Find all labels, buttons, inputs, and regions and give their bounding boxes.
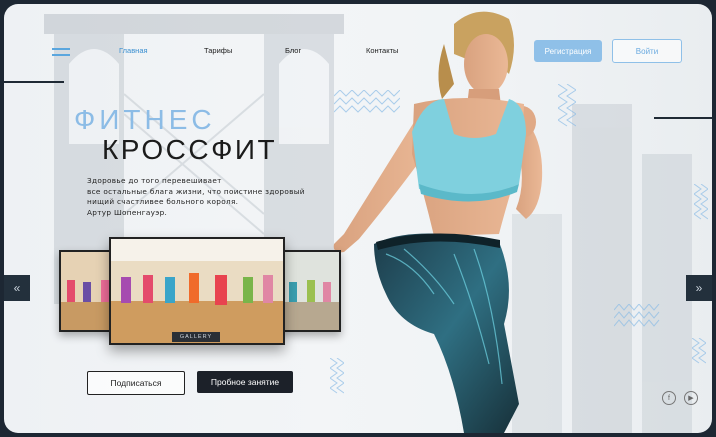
- gallery-main-image[interactable]: [109, 237, 285, 345]
- gallery-label: GALLERY: [172, 332, 220, 342]
- quote-line: Артур Шопенгауэр.: [87, 207, 168, 217]
- gallery-thumbnail-right[interactable]: [279, 250, 341, 332]
- nav-item-tariffs[interactable]: Тарифы: [204, 46, 232, 55]
- quote-line: нищий счастливее больного короля.: [87, 197, 239, 206]
- register-button[interactable]: Регистрация: [534, 40, 602, 62]
- hamburger-menu-icon[interactable]: [52, 48, 70, 58]
- login-button[interactable]: Войти: [612, 39, 682, 63]
- slider-prev-button[interactable]: «: [4, 275, 30, 301]
- quote-line: Здоровье до того перевешивает: [87, 176, 222, 185]
- zigzag-decoration: [694, 184, 708, 220]
- nav-item-blog[interactable]: Блог: [285, 46, 301, 55]
- zigzag-decoration: [334, 90, 400, 113]
- nav-item-home[interactable]: Главная: [119, 46, 148, 55]
- quote-line: все остальные блага жизни, что поистине …: [87, 186, 305, 196]
- nav-item-contacts[interactable]: Контакты: [366, 46, 398, 55]
- hero-quote: Здоровье до того перевешивает все осталь…: [87, 176, 317, 218]
- hero-title-line1: ФИТНЕС: [74, 104, 216, 135]
- zigzag-decoration: [692, 338, 706, 364]
- slider-next-button[interactable]: »: [686, 275, 712, 301]
- decorative-line: [4, 81, 64, 83]
- trial-session-button[interactable]: Пробное занятие: [197, 371, 293, 393]
- subscribe-button[interactable]: Подписаться: [87, 371, 185, 395]
- zigzag-decoration: [330, 358, 344, 394]
- facebook-icon[interactable]: f: [662, 391, 676, 405]
- zigzag-decoration: [614, 304, 660, 327]
- zigzag-decoration: [558, 84, 576, 127]
- decorative-line: [654, 117, 712, 119]
- page-frame: Главная Тарифы Блог Контакты Регистрация…: [4, 4, 712, 433]
- hero-title-line2: КРОССФИТ: [102, 134, 278, 165]
- youtube-icon[interactable]: ▶: [684, 391, 698, 405]
